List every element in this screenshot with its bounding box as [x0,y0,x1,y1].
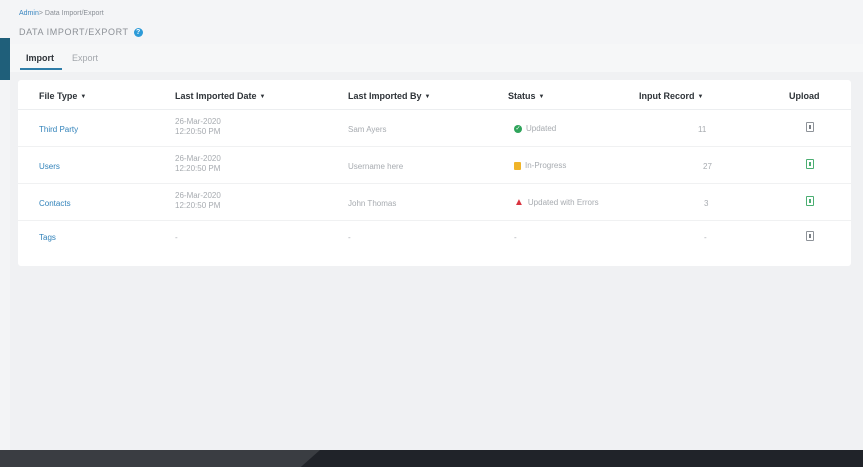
file-type-link[interactable]: Tags [39,233,56,242]
last-imported-date: - [175,233,178,242]
input-record-count: 11 [698,125,707,134]
breadcrumb-admin-link[interactable]: Admin [19,10,39,17]
import-table-card: File Type ▼ Last Imported Date ▼ Last Impo… [18,80,851,266]
file-type-link[interactable]: Contacts [39,199,71,208]
column-header-status[interactable]: Status ▼ [508,91,544,101]
app-window: Admin> Data Import/Export DATA IMPORT/EX… [10,0,863,450]
status-badge: ✓ Updated [514,124,557,133]
sort-arrow-icon: ▼ [424,94,431,100]
table-row: Users 26-Mar-2020 12:20:50 PM Username he… [18,147,851,184]
column-header-file-type[interactable]: File Type ▼ [39,91,86,101]
file-upload-icon[interactable] [806,122,814,132]
file-type-link[interactable]: Users [39,162,60,171]
page-title: DATA IMPORT/EXPORT [19,27,129,37]
column-header-input-record[interactable]: Input Record ▼ [639,91,703,101]
sort-arrow-icon: ▼ [80,94,87,100]
sort-arrow-icon: ▼ [697,94,704,100]
check-circle-icon: ✓ [514,124,522,133]
table-row: Tags - - - - [18,221,851,258]
title-row: DATA IMPORT/EXPORT ? [19,27,143,37]
help-icon[interactable]: ? [133,27,143,37]
status-badge: In-Progress [514,161,566,170]
column-header-upload: Upload [789,91,820,101]
last-imported-date: 26-Mar-2020 12:20:50 PM [175,191,221,210]
last-imported-by: - [348,233,351,242]
warning-triangle-icon: ▲ [514,196,524,208]
sort-arrow-icon: ▼ [538,94,545,100]
taskbar-highlight [0,450,320,467]
file-upload-icon[interactable] [806,159,814,169]
tab-import[interactable]: Import [26,53,54,63]
file-upload-icon[interactable] [806,196,814,206]
column-header-last-imported-by[interactable]: Last Imported By ▼ [348,91,430,101]
input-record-count: - [704,233,707,242]
breadcrumb-current: Data Import/Export [44,10,104,17]
table-header: File Type ▼ Last Imported Date ▼ Last Impo… [18,80,851,110]
left-edge [0,0,10,450]
tab-bar: Import Export [10,44,863,72]
last-imported-by: Sam Ayers [348,125,387,134]
input-record-count: 27 [703,162,712,171]
breadcrumb-separator: > [38,10,43,17]
input-record-count: 3 [704,199,709,208]
page-header: Admin> Data Import/Export DATA IMPORT/EX… [10,0,863,44]
table-row: Contacts 26-Mar-2020 12:20:50 PM John Tho… [18,184,851,221]
status-badge: ▲ Updated with Errors [514,196,599,208]
file-upload-icon[interactable] [806,231,814,241]
last-imported-by: John Thomas [348,199,397,208]
sort-arrow-icon: ▼ [259,94,266,100]
file-type-link[interactable]: Third Party [39,125,78,134]
tab-export[interactable]: Export [72,53,98,63]
status-badge: - [514,233,517,242]
last-imported-date: 26-Mar-2020 12:20:50 PM [175,154,221,173]
last-imported-by: Username here [348,162,404,171]
hourglass-icon [514,161,521,170]
nav-accent [0,38,10,80]
taskbar [0,450,863,467]
active-tab-indicator [20,68,62,70]
last-imported-date: 26-Mar-2020 12:20:50 PM [175,117,221,136]
column-header-last-imported-date[interactable]: Last Imported Date ▼ [175,91,265,101]
table-row: Third Party 26-Mar-2020 12:20:50 PM Sam A… [18,110,851,147]
breadcrumb: Admin> Data Import/Export [19,10,104,17]
